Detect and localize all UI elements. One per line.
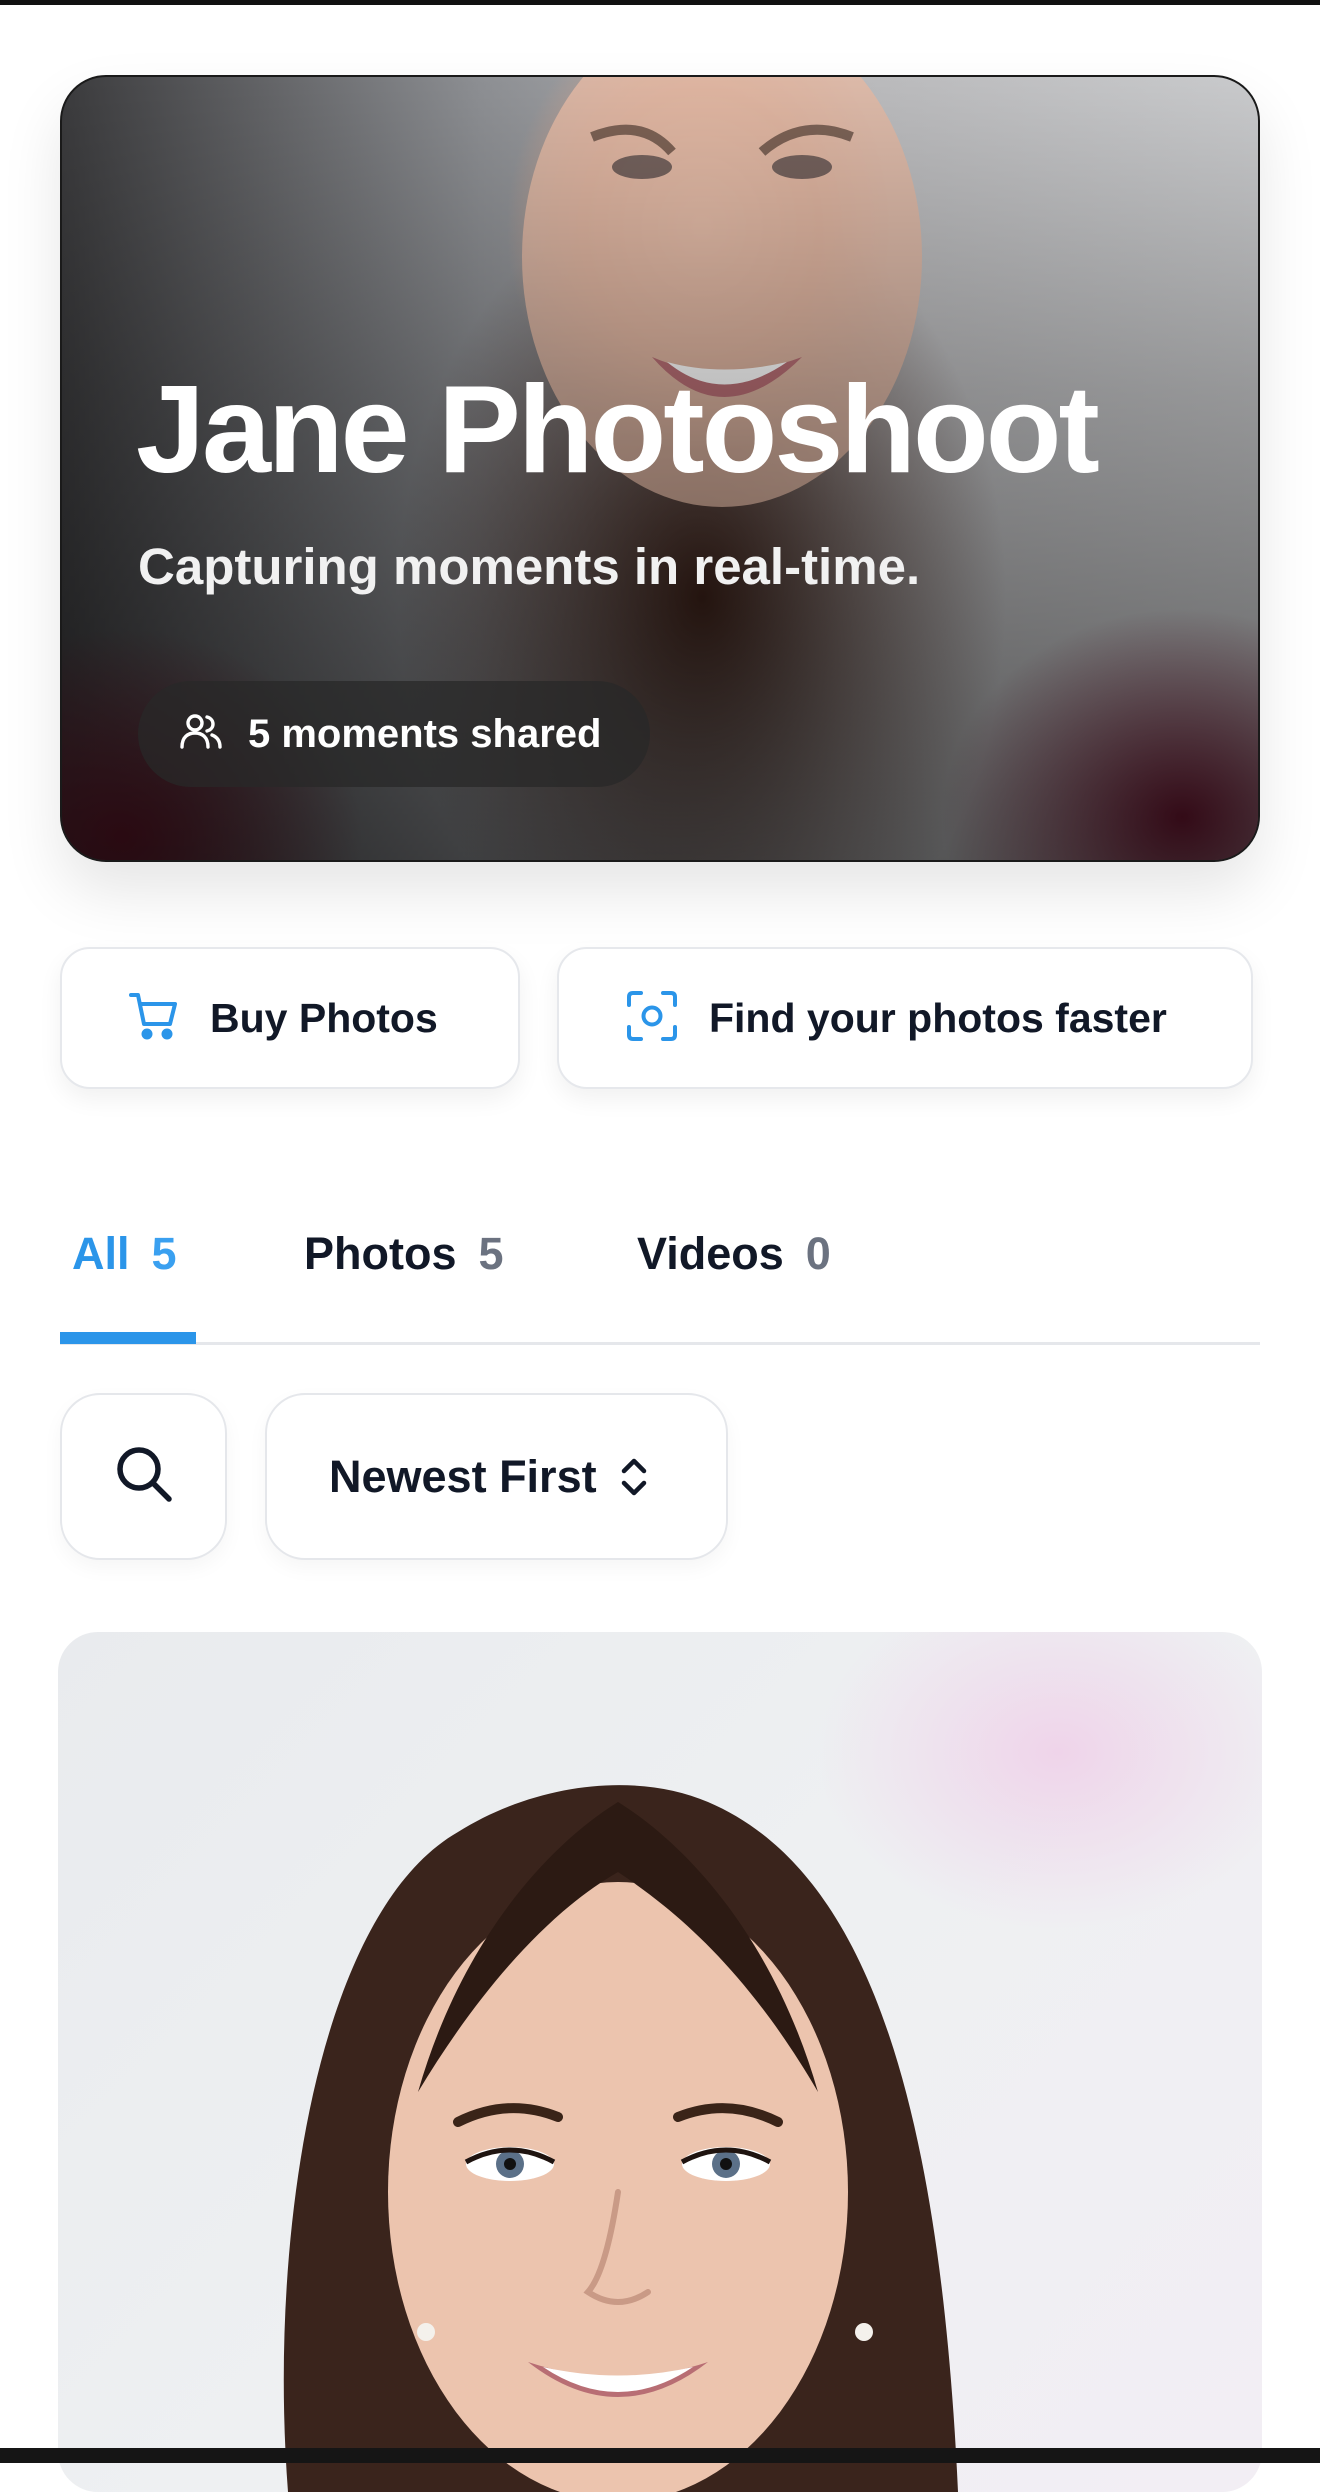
tabs-divider [60,1342,1260,1345]
buy-photos-label: Buy Photos [210,994,438,1041]
face-scan-icon [625,989,679,1048]
cart-icon [128,990,180,1047]
active-tab-indicator [60,1332,196,1344]
find-photos-label: Find your photos faster [709,994,1167,1041]
tab-photos[interactable]: Photos 5 [304,1228,504,1280]
search-button[interactable] [60,1393,227,1560]
top-edge [0,0,1320,5]
event-hero-card: Jane Photoshoot Capturing moments in rea… [60,75,1260,862]
buy-photos-button[interactable]: Buy Photos [60,947,520,1089]
moments-count-label: 5 moments shared [248,711,602,756]
event-subtitle: Capturing moments in real-time. [138,538,921,595]
event-title: Jane Photoshoot [136,361,1100,499]
tab-count: 0 [805,1228,831,1279]
tab-all[interactable]: All 5 [72,1228,177,1280]
tab-videos[interactable]: Videos 0 [637,1228,831,1280]
tab-label: All [72,1228,130,1279]
tab-count: 5 [151,1228,177,1279]
search-icon [113,1443,175,1510]
sort-select[interactable]: Newest First [265,1393,728,1560]
bottom-navigation-bar [0,2448,1320,2463]
users-icon [180,713,222,756]
portrait-photo-image [283,1785,958,2492]
media-tabs: All 5 Photos 5 Videos 0 [60,1190,1260,1345]
chevron-up-down-icon [619,1456,649,1498]
moments-count-badge: 5 moments shared [138,681,650,787]
tab-count: 5 [478,1228,504,1279]
sort-value: Newest First [329,1450,597,1502]
tab-label: Videos [637,1228,784,1279]
tab-label: Photos [304,1228,457,1279]
photo-thumbnail[interactable] [58,1632,1262,2492]
find-photos-button[interactable]: Find your photos faster [557,947,1253,1089]
